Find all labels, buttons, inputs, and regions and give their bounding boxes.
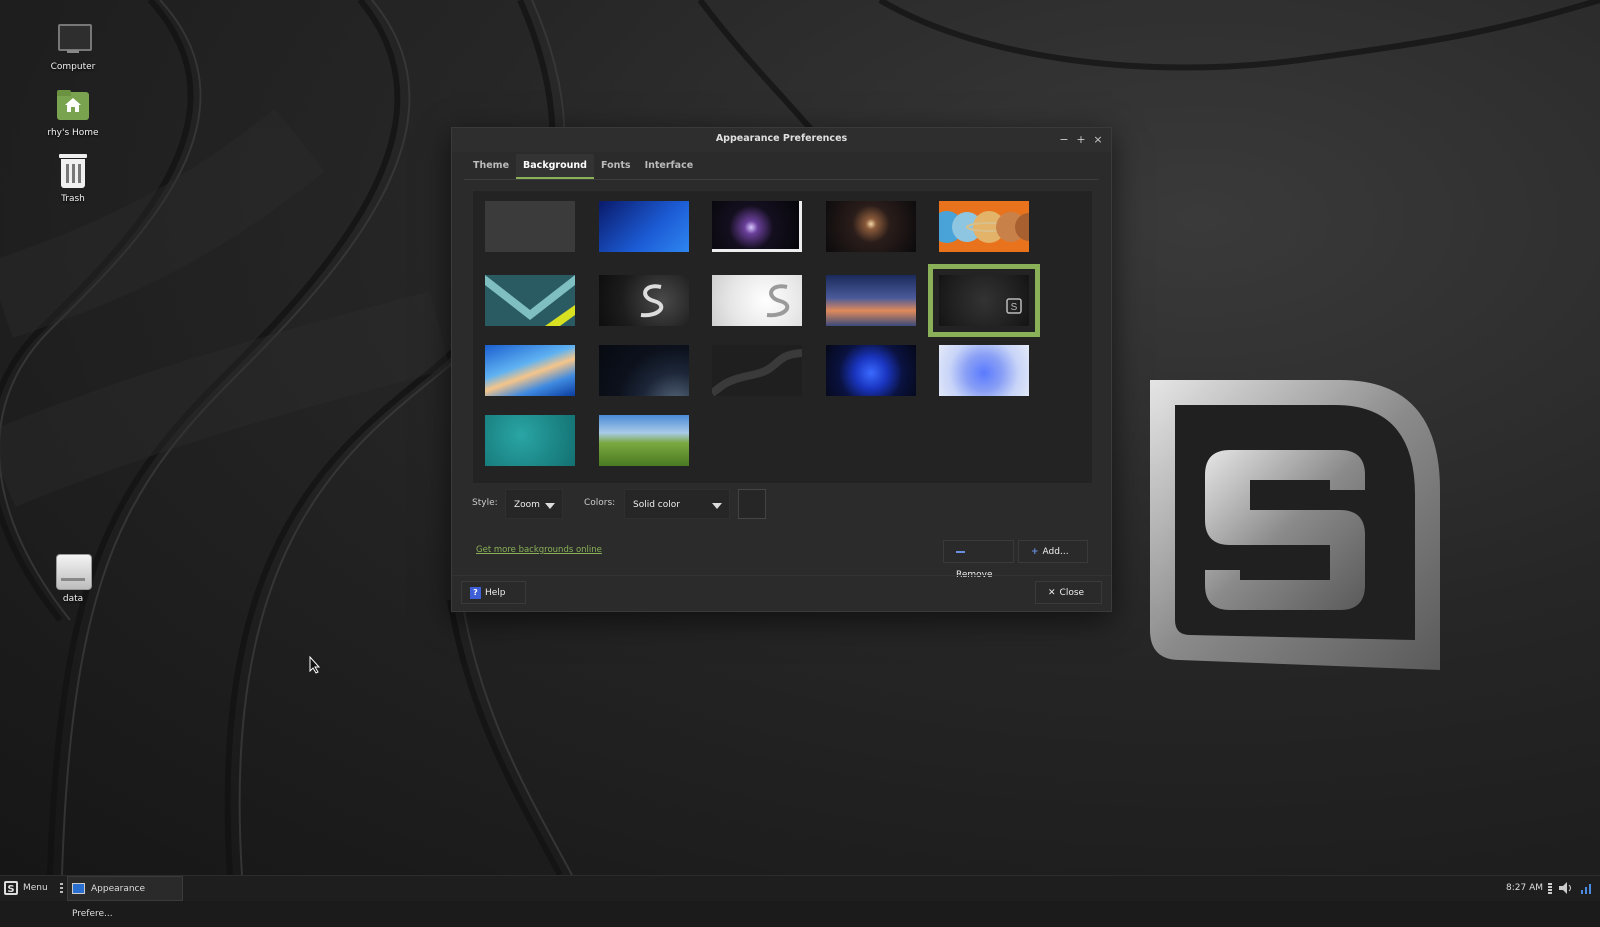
taskbar: S Menu Appearance Prefere... 8:27 AM [0, 875, 1600, 919]
swirl-image [640, 284, 664, 318]
window-titlebar[interactable]: Appearance Preferences − + × [452, 128, 1111, 152]
maximize-button[interactable]: + [1074, 133, 1088, 147]
signal-bars-glyph [1581, 884, 1591, 894]
style-dropdown[interactable]: Zoom [505, 489, 563, 519]
add-label: Add... [1042, 547, 1069, 557]
signal-icon[interactable] [1580, 876, 1596, 901]
home-folder-icon [53, 86, 93, 126]
chevron-down-icon [545, 503, 555, 509]
close-button[interactable]: ✕ Close [1035, 581, 1102, 604]
tab-fonts[interactable]: Fonts [594, 154, 638, 178]
clock[interactable]: 8:27 AM [1506, 876, 1543, 901]
tab-divider [464, 179, 1099, 180]
background-thumb-light-logo-swirl[interactable] [712, 275, 802, 326]
distro-logo-icon [1150, 380, 1440, 670]
background-thumb-dark-logo-swirl[interactable] [599, 275, 689, 326]
background-thumb-galaxy[interactable] [826, 201, 916, 252]
road-image [712, 349, 802, 396]
menu-label: Menu [23, 883, 48, 893]
tab-bar: Theme Background Fonts Interface [466, 154, 701, 179]
minimize-button[interactable]: − [1057, 133, 1071, 147]
trash-icon [53, 152, 93, 192]
help-icon: ? [470, 587, 481, 599]
background-thumb-blue-gradient[interactable] [599, 201, 689, 252]
close-label: Close [1059, 588, 1085, 598]
desktop-icon-label: data [62, 594, 84, 604]
mouse-cursor-icon [309, 656, 321, 674]
get-more-backgrounds-link[interactable]: Get more backgrounds online [476, 545, 602, 555]
desktop-icon-data[interactable]: data [28, 552, 118, 604]
background-thumb-sunset-lake[interactable] [826, 275, 916, 326]
menu-button[interactable]: S Menu [4, 876, 54, 901]
background-thumb-green-hills[interactable] [599, 415, 689, 466]
footer-divider [452, 575, 1111, 576]
swirl-image [766, 284, 790, 318]
close-window-button[interactable]: × [1091, 133, 1105, 147]
background-thumb-teal-chevron[interactable] [485, 275, 575, 326]
background-thumb-dark-road[interactable] [712, 345, 802, 396]
background-thumb-blue-waves[interactable] [485, 345, 575, 396]
chevron-down-icon [712, 503, 722, 509]
volume-icon[interactable] [1558, 876, 1576, 901]
minus-icon [956, 550, 965, 553]
color-swatch-button[interactable] [738, 489, 766, 519]
background-thumb-dark-logo-badge[interactable]: S [928, 264, 1040, 337]
tab-theme[interactable]: Theme [466, 154, 516, 178]
tab-background[interactable]: Background [516, 154, 594, 179]
logo-badge-image: S [1006, 298, 1022, 314]
background-thumb-solid-gray[interactable] [485, 201, 575, 252]
background-thumb-blue-bloom[interactable] [826, 345, 916, 396]
taskbar-handle-icon[interactable] [60, 876, 64, 901]
appearance-app-icon [72, 883, 85, 894]
close-icon: ✕ [1048, 588, 1056, 598]
desktop-icon-label: Trash [61, 194, 85, 204]
drive-icon [53, 552, 93, 592]
add-button[interactable]: + Add... [1018, 540, 1088, 563]
teal-chevron-image [485, 275, 575, 326]
background-thumb-planet-horizon[interactable] [599, 345, 689, 396]
background-thumb-planets[interactable] [939, 201, 1029, 252]
background-thumb-comet[interactable] [712, 201, 802, 252]
appearance-preferences-window: Appearance Preferences − + × Theme Backg… [451, 127, 1112, 612]
colors-label: Colors: [584, 498, 616, 508]
planets-image [939, 201, 1029, 252]
colors-dropdown[interactable]: Solid color [624, 489, 730, 519]
tab-interface[interactable]: Interface [638, 154, 701, 178]
desktop-icon-computer[interactable]: Computer [28, 20, 118, 72]
colors-value: Solid color [633, 500, 680, 510]
style-label: Style: [472, 498, 498, 508]
desktop-icon-home[interactable]: rhy's Home [28, 86, 118, 138]
monitor-icon [53, 20, 93, 60]
background-thumb-teal-texture[interactable] [485, 415, 575, 466]
background-options: Style: Zoom Colors: Solid color [472, 485, 1092, 521]
remove-button[interactable]: Remove [943, 540, 1014, 580]
distro-logo-icon: S [4, 880, 18, 895]
desktop-icon-trash[interactable]: Trash [28, 152, 118, 204]
desktop-icon-label: rhy's Home [47, 128, 99, 138]
window-title: Appearance Preferences [715, 133, 848, 144]
help-label: Help [485, 588, 506, 598]
speaker-glyph [1559, 882, 1571, 894]
style-value: Zoom [514, 500, 540, 510]
desktop-icon-label: Computer [50, 62, 96, 72]
background-gallery: S [472, 190, 1093, 484]
taskbar-window-button[interactable]: Appearance Prefere... [67, 876, 183, 919]
svg-text:S: S [1011, 302, 1018, 313]
help-button[interactable]: ? Help [461, 581, 526, 604]
plus-icon: + [1031, 547, 1039, 557]
background-thumb-light-bloom[interactable] [939, 345, 1029, 396]
